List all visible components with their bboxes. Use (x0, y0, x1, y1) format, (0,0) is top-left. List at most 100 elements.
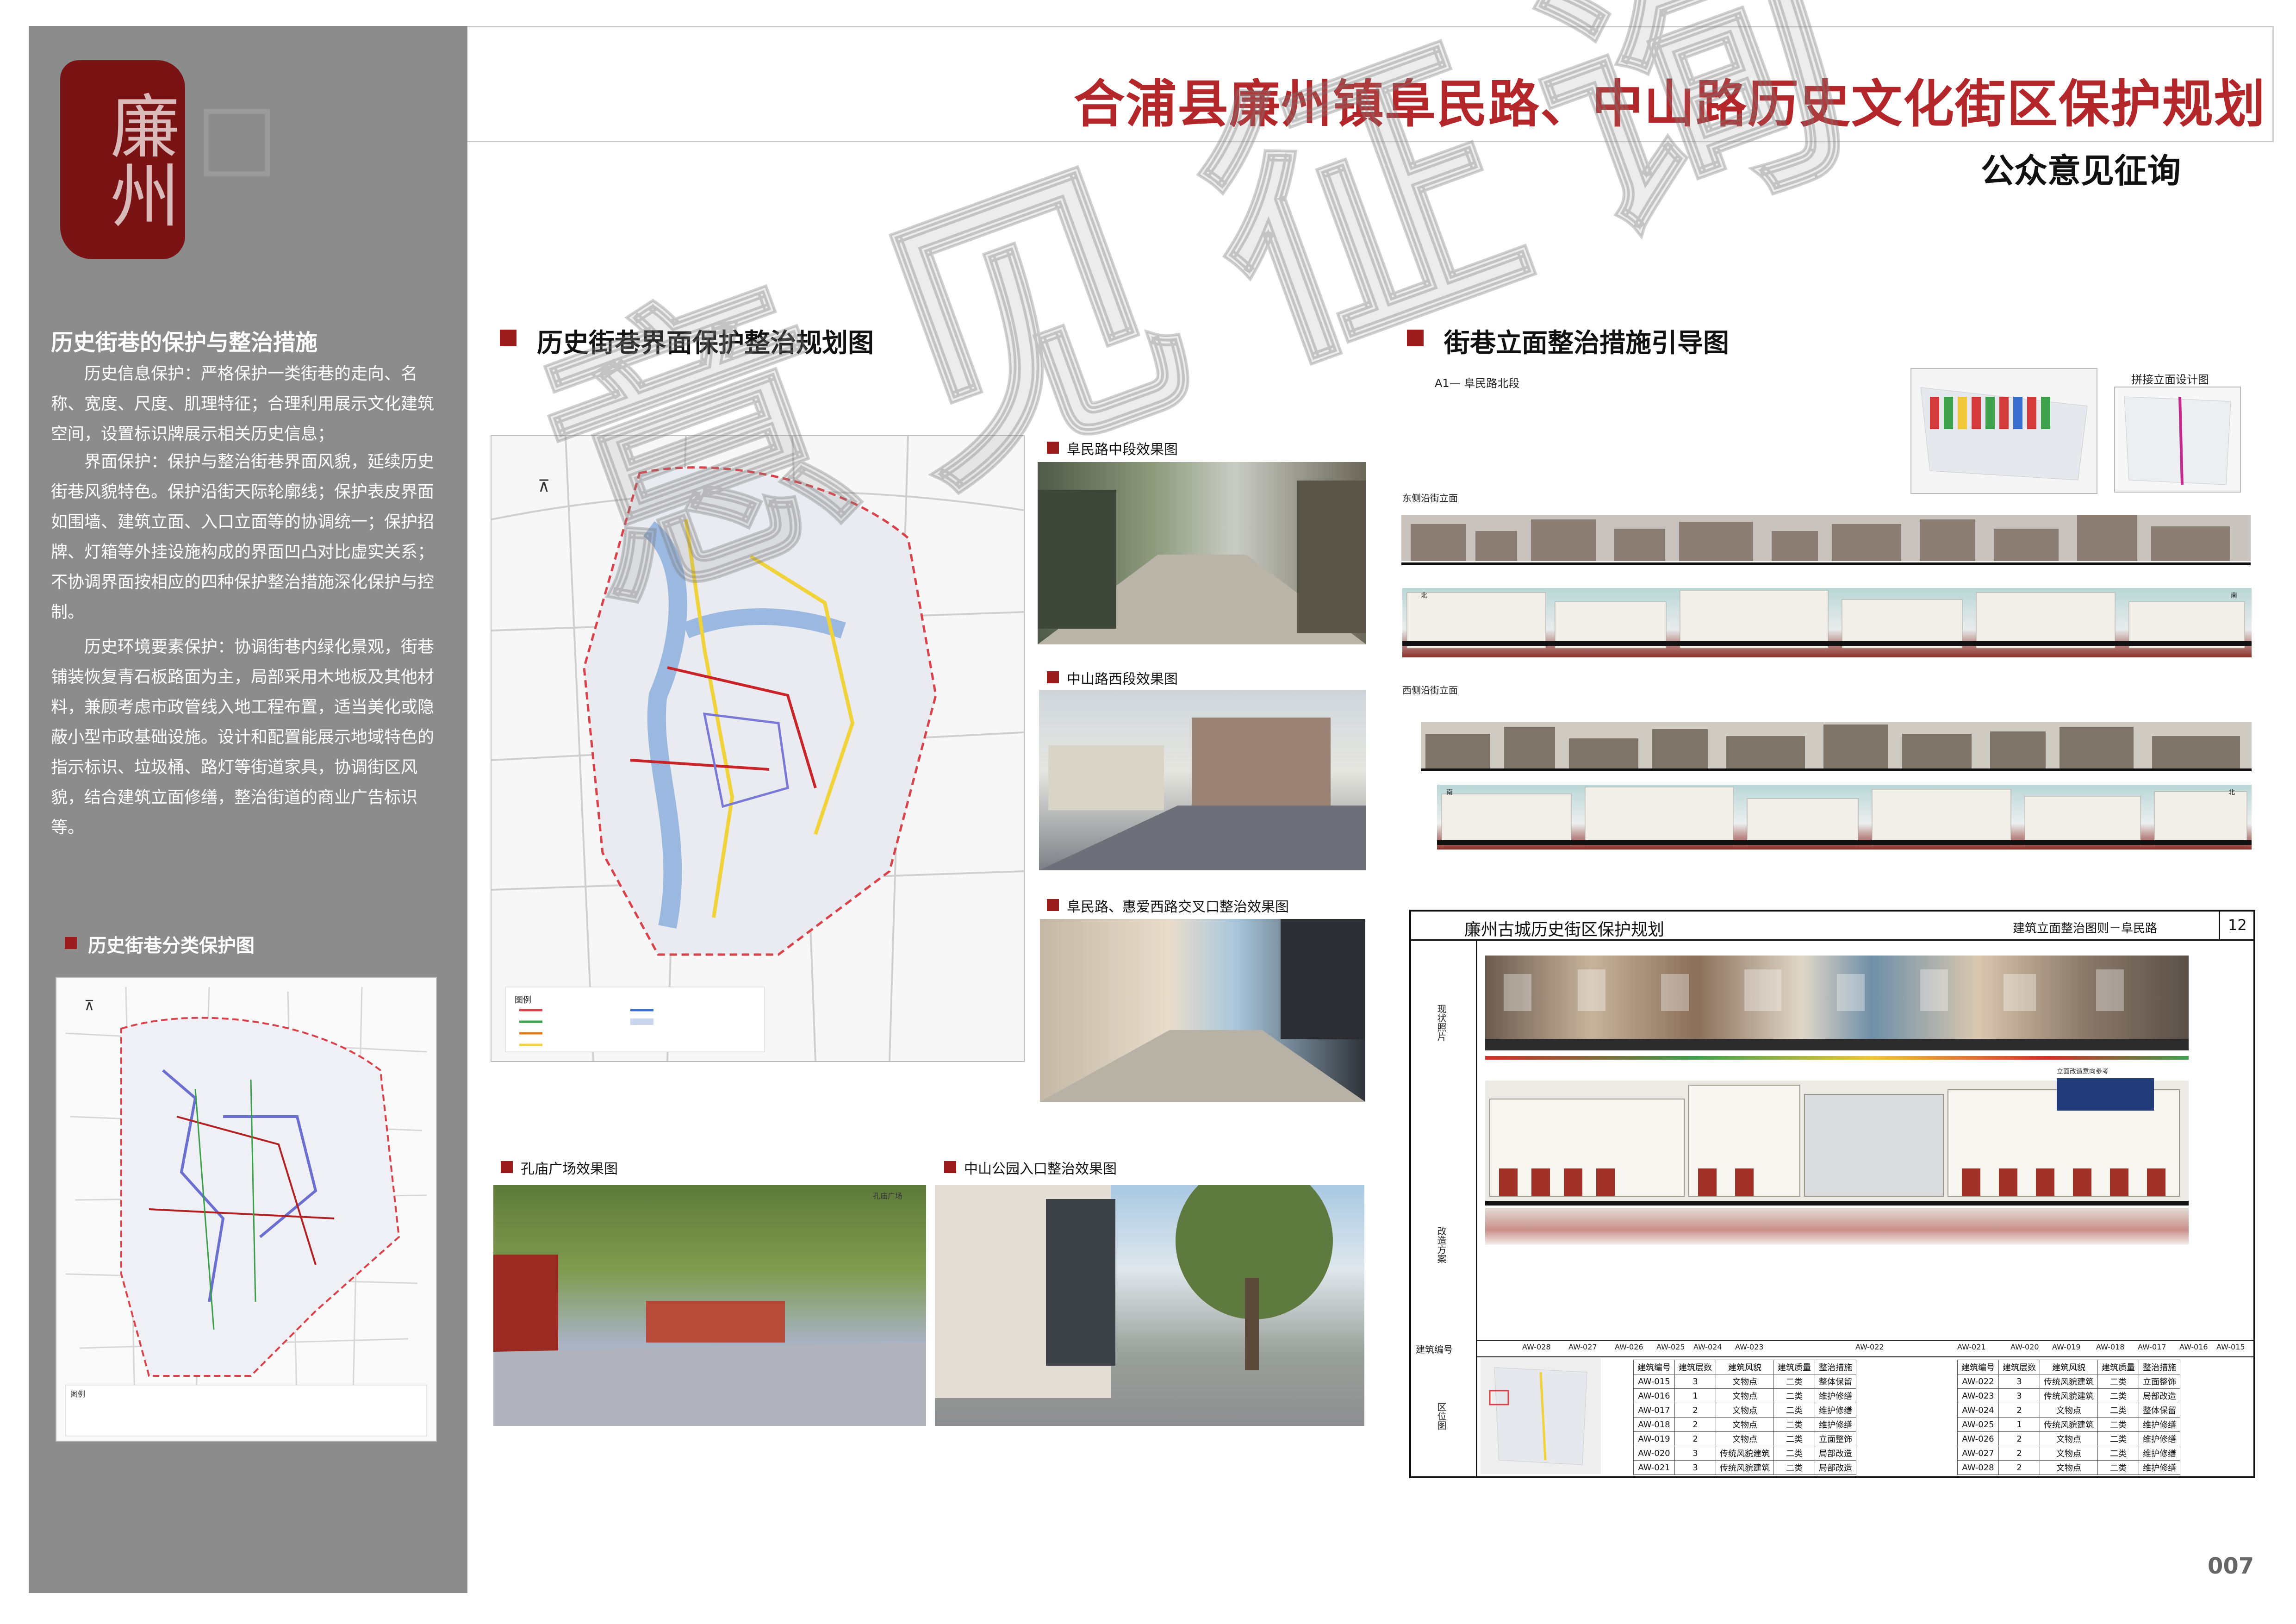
table-cell: 2 (1674, 1431, 1716, 1446)
segment-location-map (1910, 368, 2097, 494)
proposal-reflection (1485, 1208, 2189, 1245)
west-dir-north: 北 (2228, 789, 2235, 796)
table-cell: 二类 (1773, 1388, 1815, 1403)
interface-map-legend-title: 图例 (515, 995, 531, 1005)
table-header-cell: 建筑风貌 (2040, 1360, 2098, 1374)
row-label-current-photo: 现状照片 (1436, 1004, 1447, 1041)
sheet-subtitle: 建筑立面整治图则－阜民路 (2013, 922, 2158, 936)
table-cell: AW-019 (1633, 1431, 1675, 1446)
render-caption-4: 孔庙广场效果图 (521, 1161, 618, 1177)
sidebar-map-title: 历史街巷分类保护图 (88, 935, 255, 956)
table-row: AW-017 2 文物点 二类 维护修缮 (1633, 1403, 1856, 1418)
code-aw-018: AW-018 (2096, 1343, 2125, 1351)
table-header-cell: 整治措施 (1815, 1360, 1856, 1374)
table-cell: 二类 (2097, 1431, 2139, 1446)
section-marker (1407, 330, 1424, 346)
table-cell: 文物点 (1716, 1374, 1774, 1389)
render-caption-5: 中山公园入口整治效果图 (964, 1161, 1117, 1177)
stitched-elevation-label: 拼接立面设计图 (2131, 373, 2209, 386)
table-cell: 3 (1998, 1388, 2040, 1403)
table-cell: 二类 (2097, 1374, 2139, 1389)
table-cell: AW-028 (1957, 1460, 1999, 1475)
table-cell: 传统风貌建筑 (2040, 1388, 2098, 1403)
render-fumin-middle (1038, 462, 1366, 644)
table-cell: 文物点 (2040, 1460, 2098, 1475)
table-row: AW-018 2 文物点 二类 维护修缮 (1633, 1417, 1856, 1432)
right-section-title: 街巷立面整治措施引导图 (1444, 328, 1729, 358)
row-label-proposal: 改造方案 (1436, 1226, 1447, 1263)
page-subtitle: 公众意见征询 (1981, 151, 2181, 190)
svg-text:⊼: ⊼ (84, 998, 94, 1014)
table-cell: 维护修缮 (1815, 1403, 1856, 1418)
middle-section-title: 历史街巷界面保护整治规划图 (537, 328, 874, 358)
code-aw-023: AW-023 (1735, 1343, 1764, 1351)
current-facade-photo (1485, 956, 2189, 1050)
west-proposed-ground-line (1437, 840, 2252, 845)
table-cell: 文物点 (2040, 1431, 2098, 1446)
building-code-row: AW-028 AW-027 AW-026 AW-025 AW-024 AW-02… (1476, 1340, 2253, 1357)
table-cell: 2 (1998, 1446, 2040, 1461)
table-cell: 维护修缮 (2139, 1446, 2180, 1461)
table-cell: 维护修缮 (1815, 1388, 1856, 1403)
table-cell: 1 (1674, 1388, 1716, 1403)
code-aw-026: AW-026 (1615, 1343, 1643, 1351)
table-cell: 二类 (1773, 1374, 1815, 1389)
code-aw-025: AW-025 (1656, 1343, 1685, 1351)
code-aw-027: AW-027 (1568, 1343, 1597, 1351)
table-cell: 整体保留 (2139, 1403, 2180, 1418)
table-cell: 维护修缮 (2139, 1460, 2180, 1475)
table-cell: AW-026 (1957, 1431, 1999, 1446)
table-cell: 立面整饰 (2139, 1374, 2180, 1389)
table-cell: AW-020 (1633, 1446, 1675, 1461)
table-cell: 立面整饰 (1815, 1431, 1856, 1446)
table-cell: AW-022 (1957, 1374, 1999, 1389)
classified-streets-map-svg: ⊼ (65, 987, 427, 1437)
sheet-title: 廉州古城历史街区保护规划 (1464, 920, 1665, 939)
table-header-cell: 建筑编号 (1633, 1360, 1675, 1374)
sidebar-paragraph-1: 历史信息保护：严格保护一类街巷的走向、名称、宽度、尺度、肌理特征；合理利用展示文… (51, 364, 435, 443)
page-number: 007 (2208, 1553, 2254, 1579)
sidebar-heading: 历史街巷的保护与整治措施 (51, 330, 318, 356)
table-cell: AW-017 (1633, 1403, 1675, 1418)
decorative-calligraphy: ☐ (195, 91, 279, 199)
sidebar-paragraph-3: 历史环境要素保护：协调街巷内绿化景观，街巷铺装恢复青石板路面为主，局部采用木地板… (51, 637, 435, 837)
attribute-table-right-grid: 建筑编号 建筑层数 建筑风貌 建筑质量 整治措施 AW-022 3 传统风貌建筑 二类 立面整饰 A… (1957, 1360, 2180, 1475)
table-cell: 传统风貌建筑 (1716, 1446, 1774, 1461)
table-cell: 维护修缮 (2139, 1431, 2180, 1446)
west-dir-south: 南 (1446, 789, 1453, 796)
row-label-building-code: 建筑编号 (1416, 1344, 1453, 1355)
table-cell: 维护修缮 (2139, 1417, 2180, 1432)
attribute-table-right: 建筑编号 建筑层数 建筑风貌 建筑质量 整治措施 AW-022 3 传统风貌建筑 二类 立面整饰 A… (1957, 1360, 2180, 1475)
table-cell: 传统风貌建筑 (1716, 1460, 1774, 1475)
table-cell: AW-015 (1633, 1374, 1675, 1389)
table-cell: AW-024 (1957, 1403, 1999, 1418)
current-facade-color-bar (1485, 1056, 2189, 1060)
render-confucius-square: 孔庙广场 (493, 1185, 926, 1426)
east-elevation-proposed: 北 南 (1402, 588, 2252, 657)
code-aw-021: AW-021 (1957, 1343, 1986, 1351)
render-caption-3: 阜民路、惠爱西路交叉口整治效果图 (1067, 899, 1289, 915)
table-cell: AW-018 (1633, 1417, 1675, 1432)
table-cell: 二类 (1773, 1446, 1815, 1461)
render-caption-2: 中山路西段效果图 (1067, 671, 1178, 687)
east-ground-line (1401, 562, 2251, 565)
west-elevation-label: 西侧沿街立面 (1402, 685, 1458, 696)
code-aw-024: AW-024 (1693, 1343, 1722, 1351)
section-marker (1047, 442, 1059, 454)
table-row: AW-019 2 文物点 二类 立面整饰 (1633, 1431, 1856, 1446)
page-title: 合浦县廉州镇阜民路、中山路历史文化街区保护规划 (1074, 75, 2266, 134)
table-row: AW-025 1 传统风貌建筑 二类 维护修缮 (1957, 1417, 2180, 1432)
code-aw-020: AW-020 (2010, 1343, 2039, 1351)
table-cell: 局部改造 (2139, 1388, 2180, 1403)
table-row: AW-026 2 文物点 二类 维护修缮 (1957, 1431, 2180, 1446)
interface-protection-map: ⊼ 图例 (491, 435, 1025, 1062)
section-marker (65, 937, 77, 949)
sidebar-map-legend-title: 图例 (70, 1390, 86, 1399)
table-cell: 文物点 (1716, 1388, 1774, 1403)
table-header-cell: 建筑质量 (1773, 1360, 1815, 1374)
sidebar-paragraph-2: 界面保护：保护与整治街巷界面风貌，延续历史街巷风貌特色。保护沿街天际轮廓线；保护… (51, 452, 435, 622)
table-cell: 文物点 (2040, 1446, 2098, 1461)
table-cell: 文物点 (1716, 1431, 1774, 1446)
table-cell: 二类 (1773, 1417, 1815, 1432)
table-row: AW-027 2 文物点 二类 维护修缮 (1957, 1446, 2180, 1461)
